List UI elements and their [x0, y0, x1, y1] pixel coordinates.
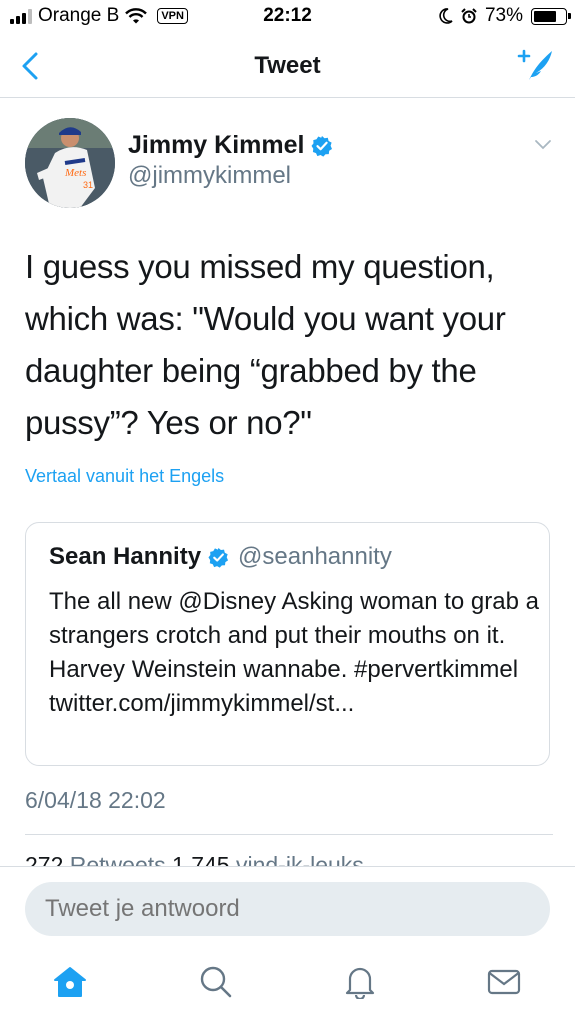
- tab-notifications[interactable]: [340, 962, 380, 1002]
- avatar[interactable]: Mets 31: [25, 118, 115, 208]
- author-handle[interactable]: @jimmykimmel: [128, 162, 291, 190]
- tab-search[interactable]: [196, 962, 236, 1002]
- compose-tweet-icon[interactable]: [515, 46, 555, 84]
- tab-messages[interactable]: [484, 962, 524, 1002]
- status-bar: Orange B VPN 22:12 73%: [0, 0, 575, 34]
- home-icon: [54, 967, 86, 997]
- nav-bar: Tweet: [0, 34, 575, 98]
- translate-link[interactable]: Vertaal vanuit het Engels: [25, 466, 224, 487]
- chevron-down-icon[interactable]: [533, 138, 553, 152]
- svg-text:31: 31: [83, 180, 93, 190]
- svg-text:Mets: Mets: [64, 167, 86, 179]
- alarm-icon: [461, 8, 477, 24]
- tab-home[interactable]: [50, 962, 90, 1002]
- quoted-author-name: Sean Hannity: [49, 543, 202, 570]
- battery-icon: [531, 7, 571, 25]
- divider: [25, 834, 553, 835]
- reply-area: [0, 866, 575, 1024]
- quoted-tweet[interactable]: Sean Hannity @seanhannity The all new @D…: [25, 522, 550, 766]
- quoted-tweet-header: Sean Hannity @seanhannity: [49, 543, 392, 571]
- verified-badge-icon: [208, 547, 229, 568]
- avatar-image: Mets 31: [25, 118, 115, 208]
- quoted-author-handle: @seanhannity: [238, 543, 392, 570]
- tweet-timestamp: 6/04/18 22:02: [25, 787, 166, 813]
- messages-icon: [487, 969, 521, 995]
- notifications-icon: [345, 967, 375, 999]
- verified-badge-icon: [311, 135, 333, 157]
- moon-icon: [439, 8, 453, 24]
- tab-bar: [0, 962, 575, 1012]
- author-name[interactable]: Jimmy Kimmel: [128, 131, 333, 160]
- quoted-tweet-text: The all new @Disney Asking woman to grab…: [49, 588, 539, 717]
- battery-percent: 73%: [484, 5, 523, 26]
- reply-input[interactable]: [25, 882, 550, 936]
- page-title: Tweet: [254, 52, 321, 79]
- search-icon: [200, 966, 232, 998]
- author-name-text: Jimmy Kimmel: [128, 131, 305, 159]
- tweet-text: I guess you missed my question, which wa…: [25, 248, 506, 441]
